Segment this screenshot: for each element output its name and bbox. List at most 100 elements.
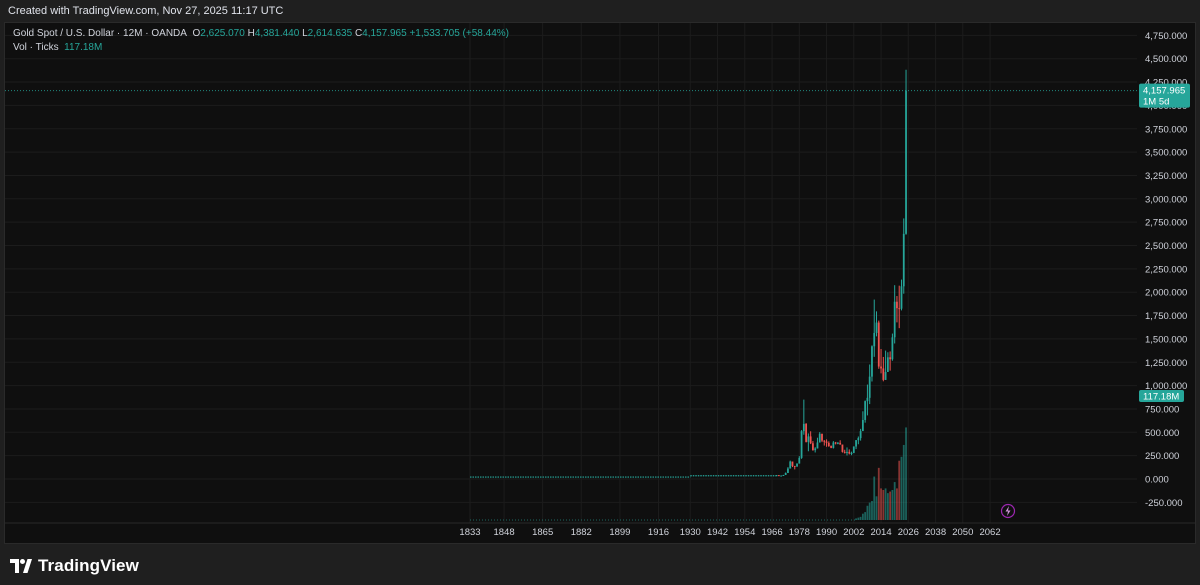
candle	[830, 445, 832, 449]
candle-body	[855, 440, 857, 447]
candle	[873, 299, 876, 357]
candle	[789, 460, 792, 469]
candle	[877, 320, 880, 369]
time-tick-label: 1833	[459, 527, 480, 538]
price-tick-label: 2,750.000	[1145, 218, 1187, 229]
candle	[896, 296, 898, 323]
candle	[889, 351, 892, 371]
time-tick-label: 2002	[843, 527, 864, 538]
candle-body	[864, 401, 867, 420]
candle	[871, 345, 873, 382]
tradingview-logo-icon	[10, 559, 32, 573]
candle-body	[775, 475, 778, 477]
candle	[818, 432, 821, 443]
volume-bar	[855, 518, 857, 520]
candle-body	[802, 423, 805, 432]
candle-body	[784, 472, 787, 475]
lightning-icon[interactable]	[1000, 503, 1016, 519]
volume-bar	[873, 476, 876, 520]
candle-body	[800, 431, 803, 458]
time-tick-label: 1978	[789, 527, 810, 538]
high-label: H	[247, 28, 255, 39]
candle	[841, 444, 844, 453]
candle	[791, 461, 794, 468]
chart-panel[interactable]: 4,750.0004,500.0004,250.0004,000.0003,75…	[4, 22, 1196, 544]
candle-body	[837, 442, 839, 444]
candle-body	[850, 452, 853, 454]
candle	[793, 465, 796, 470]
candle	[782, 474, 785, 476]
candle	[852, 446, 855, 454]
candle	[802, 399, 805, 435]
candle	[814, 447, 817, 453]
candle-body	[827, 442, 830, 447]
candle-body	[871, 346, 873, 377]
price-tick-label: 2,500.000	[1145, 241, 1187, 252]
candle	[777, 474, 780, 477]
candle	[787, 467, 789, 474]
candle-body	[793, 465, 796, 467]
volume-bar	[884, 488, 887, 520]
price-tick-label: -250.000	[1145, 498, 1183, 509]
last-price-value: 4,157.965	[1143, 86, 1185, 97]
bar-countdown: 1M 5d	[1143, 97, 1169, 108]
time-tick-label: 1930	[680, 527, 701, 538]
price-tick-label: 500.000	[1145, 428, 1179, 439]
candle	[866, 384, 869, 416]
candle-body	[893, 301, 896, 338]
candle	[891, 333, 894, 361]
volume-bar	[861, 513, 864, 520]
price-tick-label: 3,250.000	[1145, 171, 1187, 182]
time-tick-label: 2014	[870, 527, 891, 538]
volume-label[interactable]: Vol · Ticks	[13, 42, 59, 53]
candle-body	[905, 90, 907, 234]
candle-body	[796, 463, 798, 467]
volume-bar	[875, 496, 878, 520]
candle-body	[798, 457, 801, 464]
price-tick-label: 2,000.000	[1145, 288, 1187, 299]
volume-bar	[866, 505, 869, 520]
price-tick-label: 4,500.000	[1145, 54, 1187, 65]
candle-body	[809, 436, 812, 444]
legend-volume-row: Vol · Ticks 117.18M	[13, 41, 509, 55]
candle	[859, 428, 862, 441]
volume-bar	[902, 444, 905, 520]
footer: TradingView	[0, 546, 1200, 585]
candle-body	[900, 286, 903, 309]
candle-body	[866, 397, 869, 402]
symbol-description[interactable]: Gold Spot / U.S. Dollar · 12M · OANDA	[13, 28, 187, 39]
candle	[834, 441, 837, 445]
candle-body	[782, 474, 785, 476]
volume-bar	[859, 516, 862, 520]
tradingview-logo[interactable]: TradingView	[10, 556, 139, 576]
candle-body	[823, 440, 826, 442]
candle	[905, 69, 907, 235]
price-tick-label: 3,500.000	[1145, 148, 1187, 159]
volume-bar	[893, 482, 896, 520]
candle-body	[873, 332, 876, 347]
candle	[816, 437, 819, 449]
volume-value: 117.18M	[64, 42, 103, 53]
candle-body	[818, 433, 821, 443]
time-tick-label: 2026	[898, 527, 919, 538]
time-scale[interactable]: 1833 1848 1865 1882 1899 1916 1930 1942 1954 1966…	[5, 522, 1195, 538]
price-chart[interactable]: 4,750.0004,500.0004,250.0004,000.0003,75…	[5, 23, 1195, 543]
candle	[796, 463, 798, 467]
candle-body	[868, 376, 871, 398]
candle-body	[859, 431, 862, 439]
candle	[784, 472, 787, 475]
volume-bar	[886, 493, 889, 520]
candle-body	[902, 233, 905, 287]
candle	[812, 441, 814, 451]
volume-bar	[905, 427, 907, 520]
price-tick-label: 1,250.000	[1145, 358, 1187, 369]
candle	[880, 348, 882, 374]
candle-body	[812, 443, 814, 451]
candle	[798, 456, 801, 464]
volume-bar	[896, 488, 898, 520]
time-tick-label: 2038	[925, 527, 946, 538]
price-tick-label: 250.000	[1145, 451, 1179, 462]
candle	[882, 356, 885, 382]
time-tick-label: 1899	[609, 527, 630, 538]
candle-body	[821, 433, 823, 441]
